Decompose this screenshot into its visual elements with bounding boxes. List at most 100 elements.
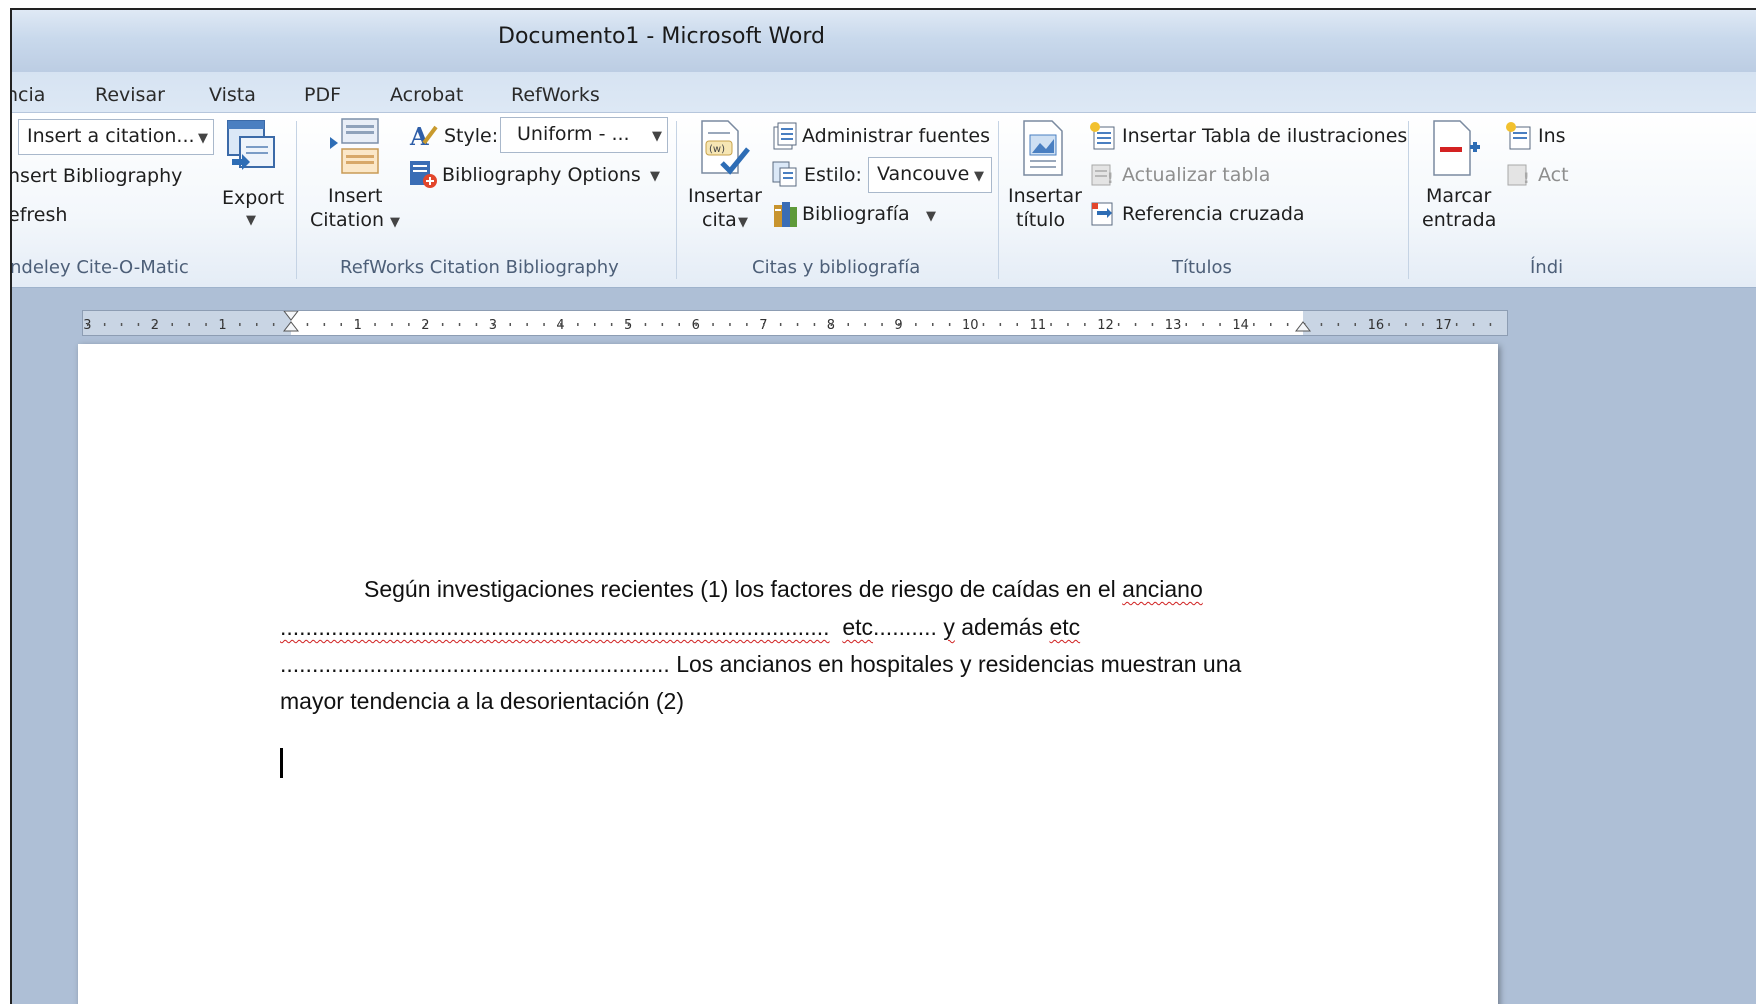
ruler-tick (577, 323, 579, 326)
style-label: Style: (444, 125, 499, 147)
marcar-entrada-label-2[interactable]: entrada (1422, 209, 1496, 231)
ruler-tick (1455, 323, 1458, 326)
ruler-tick (87, 323, 89, 326)
ruler-tick (982, 323, 985, 326)
svg-text:(w): (w) (709, 144, 725, 155)
ruler-tick (1286, 323, 1289, 326)
actualizar-indice-icon: ! (1504, 159, 1534, 189)
insertar-tabla-button[interactable]: Insertar Tabla de ilustraciones (1122, 125, 1407, 147)
insertar-indice-icon (1504, 121, 1534, 151)
export-icon[interactable] (224, 119, 278, 173)
marcar-entrada-icon[interactable] (1430, 119, 1482, 179)
ruler-tick (813, 323, 816, 326)
ruler-tick (1489, 323, 1492, 326)
tab-referencias[interactable]: ncia (12, 84, 45, 106)
insert-bibliography-button[interactable]: nsert Bibliography (12, 165, 182, 187)
ruler-tick (999, 323, 1002, 326)
bibliography-options-icon (408, 159, 438, 189)
ruler-tick (830, 323, 833, 326)
marcar-entrada-label-1[interactable]: Marcar (1426, 185, 1491, 207)
style-dropdown[interactable]: Uniform - ... (500, 117, 668, 153)
tab-revisar[interactable]: Revisar (95, 84, 165, 106)
ruler-tick (543, 323, 545, 326)
actualizar-tabla-button[interactable]: Actualizar tabla (1122, 164, 1270, 186)
text-segment: Según investigaciones recientes (1) los … (364, 576, 1123, 602)
group-label-titulos: Títulos (1172, 257, 1232, 278)
svg-text:!: ! (1107, 171, 1113, 187)
ruler-tick (965, 323, 968, 326)
referencia-cruzada-icon (1088, 199, 1118, 229)
ruler-tick (1337, 323, 1340, 326)
insert-citation-label-2[interactable]: Citation (310, 209, 384, 231)
ruler-tick (1219, 323, 1221, 326)
bibliography-options-chevron-icon: ▼ (650, 169, 660, 184)
ruler-tick (171, 323, 173, 326)
text-segment: .......... (873, 614, 944, 640)
ruler-tick (509, 323, 511, 326)
ruler-tick (932, 323, 934, 326)
insertar-titulo-icon[interactable] (1018, 119, 1068, 179)
tab-pdf[interactable]: PDF (304, 84, 341, 106)
ruler-bar: 32112345678910111213141617 (12, 290, 1756, 340)
insertar-titulo-label-1[interactable]: Insertar (1008, 185, 1082, 207)
insert-citation-value: Insert a citation... (27, 125, 195, 147)
estilo-value: Vancouve (877, 163, 970, 185)
ruler-tick (1354, 323, 1356, 326)
estilo-chevron-icon: ▼ (974, 169, 984, 184)
export-button[interactable]: Export (222, 187, 284, 209)
insertar-titulo-label-2[interactable]: título (1016, 209, 1065, 231)
ruler-tick (627, 323, 630, 326)
ruler-tick (1472, 323, 1475, 326)
insert-citation-label-1[interactable]: Insert (328, 185, 383, 207)
group-separator (296, 121, 297, 279)
bibliografia-button[interactable]: Bibliografía (802, 203, 910, 225)
ruler-tick (712, 323, 714, 326)
ruler-tick (188, 323, 190, 326)
ruler-tick (306, 323, 309, 326)
ruler-tick (729, 323, 731, 326)
insert-citation-chevron-icon: ▼ (390, 215, 400, 230)
administrar-fuentes-button[interactable]: Administrar fuentes (802, 125, 990, 147)
ruler-tick (1405, 323, 1407, 326)
ruler-tick (1016, 323, 1018, 326)
tab-acrobat[interactable]: Acrobat (390, 84, 463, 106)
tab-refworks[interactable]: RefWorks (511, 84, 600, 106)
ruler-tick (1134, 323, 1137, 326)
insertar-indice-button[interactable]: Ins (1538, 125, 1566, 147)
paragraph-line-1: Según investigaciones recientes (1) los … (364, 576, 1203, 603)
ruler-tick (1439, 323, 1441, 326)
ruler-tick (272, 323, 275, 326)
ruler-tick (1084, 323, 1086, 326)
ruler-tick (239, 323, 241, 326)
window-title: Documento1 - Microsoft Word (498, 24, 826, 49)
document-page[interactable]: Según investigaciones recientes (1) los … (78, 344, 1498, 1004)
insertar-cita-icon[interactable]: (w) (698, 119, 750, 179)
ruler-tick (458, 323, 461, 326)
group-separator (1408, 121, 1409, 279)
ruler-tick (205, 323, 207, 326)
insert-citation-dropdown[interactable]: Insert a citation... (18, 119, 214, 155)
group-separator (998, 121, 999, 279)
referencia-cruzada-button[interactable]: Referencia cruzada (1122, 203, 1305, 225)
paragraph-line-4: mayor tendencia a la desorientación (2) (280, 688, 685, 714)
paragraph-line-2: ........................................… (280, 614, 1080, 641)
horizontal-ruler[interactable]: 32112345678910111213141617 (82, 310, 1508, 336)
spelling-error-etc: etc (842, 614, 874, 640)
text-segment: además (954, 614, 1050, 640)
tab-vista[interactable]: Vista (209, 84, 256, 106)
ruler-tick (222, 323, 224, 326)
bibliography-options-button[interactable]: Bibliography Options (442, 164, 641, 186)
ruler-tick (475, 323, 478, 326)
svg-text:!: ! (1523, 171, 1529, 187)
ruler-tick (847, 323, 849, 326)
insert-citation-icon[interactable] (324, 117, 384, 179)
screenshot-frame: Documento1 - Microsoft Word ncia Revisar… (0, 0, 1756, 1004)
ruler-tick (1422, 323, 1424, 326)
actualizar-indice-button[interactable]: Act (1538, 164, 1569, 186)
insertar-cita-label-1[interactable]: Insertar (688, 185, 762, 207)
refresh-button[interactable]: efresh (12, 204, 67, 226)
insertar-cita-label-2[interactable]: cita (702, 209, 737, 231)
group-separator (676, 121, 677, 279)
ruler-tick (1151, 323, 1154, 326)
ruler-tick (796, 323, 799, 326)
